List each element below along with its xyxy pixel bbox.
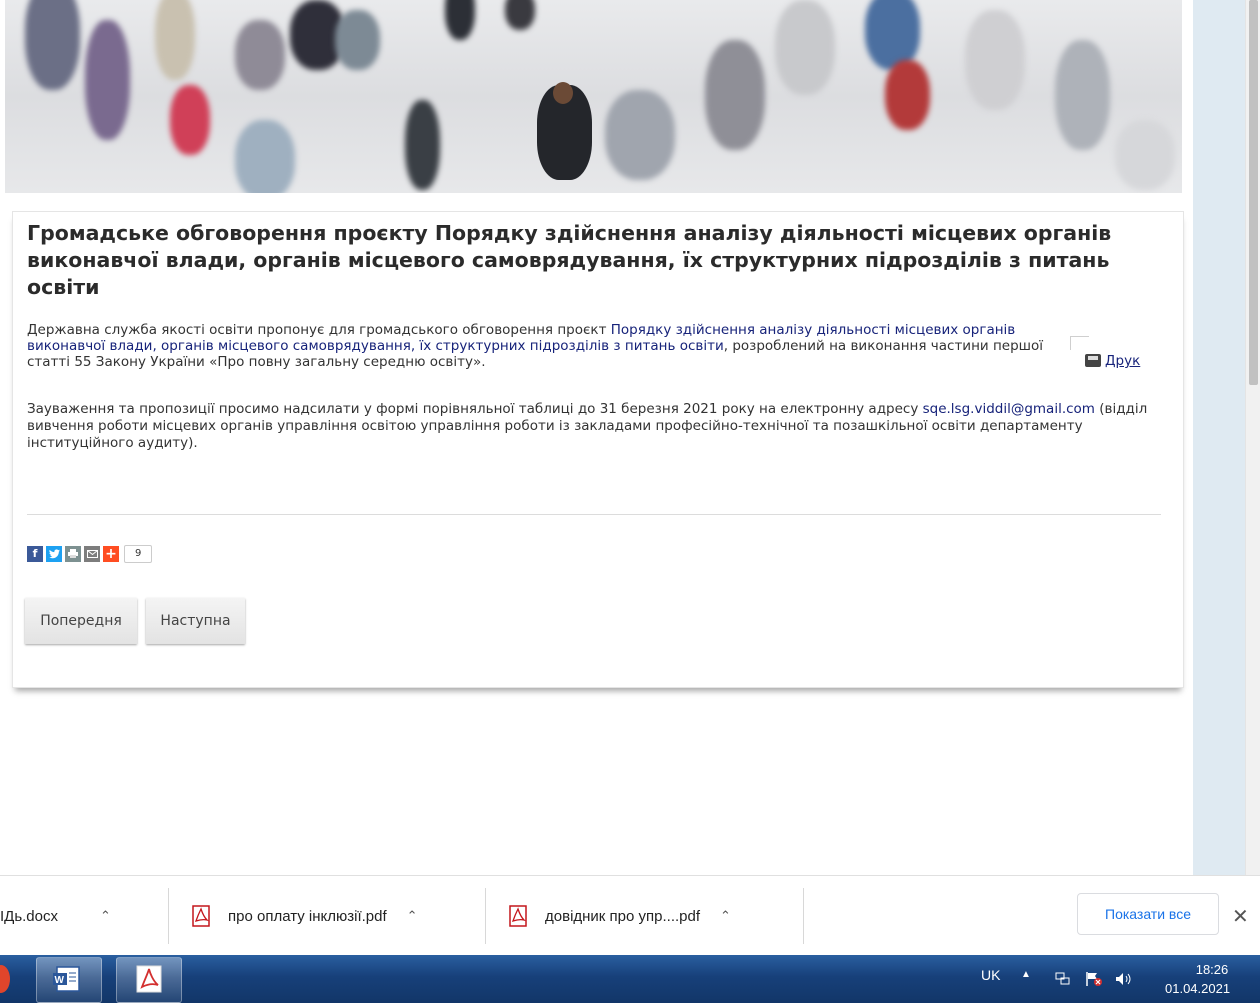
- hero-image: [5, 0, 1182, 193]
- download-separator: [485, 888, 486, 944]
- pdf-icon: [509, 905, 527, 927]
- pdf-icon: [192, 905, 210, 927]
- article-title: Громадське обговорення проєкту Порядку з…: [27, 221, 1112, 299]
- show-hidden-icons-icon[interactable]: ▲: [1021, 969, 1031, 980]
- svg-text:W: W: [55, 975, 65, 986]
- volume-icon[interactable]: [1115, 972, 1133, 986]
- right-side-panel: [1193, 0, 1245, 875]
- start-orb-icon[interactable]: [0, 965, 10, 993]
- print-frame: [1070, 336, 1089, 350]
- next-button[interactable]: Наступна: [146, 598, 245, 644]
- action-center-flag-icon[interactable]: [1085, 971, 1103, 987]
- article-paragraph-feedback: Зауваження та пропозиції просимо надсила…: [27, 401, 1172, 452]
- acrobat-icon: [136, 965, 162, 993]
- previous-button[interactable]: Попередня: [25, 598, 137, 644]
- feedback-text-before: Зауваження та пропозиції просимо надсила…: [27, 401, 923, 417]
- download-filename: довідник про упр....pdf: [545, 907, 701, 925]
- network-icon[interactable]: [1055, 972, 1071, 986]
- chevron-up-icon[interactable]: ⌃: [100, 908, 111, 924]
- print-label: Друк: [1105, 353, 1141, 369]
- clock-date[interactable]: 01.04.2021: [1165, 981, 1230, 996]
- windows-taskbar: W UK ▲ 18:26 01.04.2021: [0, 955, 1260, 1003]
- plus-icon[interactable]: +: [103, 545, 119, 562]
- word-icon: W: [53, 966, 80, 992]
- intro-text-before: Державна служба якості освіти пропонує д…: [27, 322, 611, 338]
- download-item[interactable]: про оплату інклюзії.pdf ⌃: [192, 876, 418, 956]
- printer-icon: [1085, 354, 1101, 367]
- taskbar-acrobat-button[interactable]: [116, 957, 182, 1003]
- share-bar: f + 9: [27, 544, 153, 563]
- article-paragraph-intro: Державна служба якості освіти пропонує д…: [27, 322, 1057, 370]
- scrollbar-thumb[interactable]: [1249, 0, 1258, 385]
- browser-viewport: Громадське обговорення проєкту Порядку з…: [0, 0, 1260, 875]
- print-share-icon[interactable]: [65, 545, 81, 562]
- download-item[interactable]: довідник про упр....pdf ⌃: [509, 876, 731, 956]
- email-icon[interactable]: [84, 545, 100, 562]
- scrollbar[interactable]: [1245, 0, 1260, 875]
- chevron-up-icon[interactable]: ⌃: [720, 908, 731, 924]
- print-link[interactable]: Друк: [1085, 353, 1140, 369]
- twitter-icon[interactable]: [46, 545, 62, 562]
- divider: [27, 514, 1161, 515]
- share-count-badge: 9: [124, 544, 153, 563]
- show-all-downloads-button[interactable]: Показати все: [1077, 893, 1219, 935]
- facebook-icon[interactable]: f: [27, 545, 43, 562]
- download-item[interactable]: ІДь.docx ⌃: [0, 876, 111, 956]
- chevron-up-icon[interactable]: ⌃: [407, 908, 418, 924]
- language-indicator[interactable]: UK: [981, 967, 1000, 983]
- download-filename: про оплату інклюзії.pdf: [228, 907, 387, 925]
- download-filename: ІДь.docx: [0, 907, 58, 925]
- clock-time[interactable]: 18:26: [1181, 962, 1243, 977]
- article-card: Громадське обговорення проєкту Порядку з…: [12, 211, 1184, 688]
- downloads-bar: ІДь.docx ⌃ про оплату інклюзії.pdf ⌃ дов…: [0, 875, 1260, 956]
- close-icon[interactable]: ✕: [1232, 904, 1249, 928]
- download-separator: [803, 888, 804, 944]
- email-link[interactable]: sqe.lsg.viddil@gmail.com: [923, 401, 1095, 417]
- taskbar-word-button[interactable]: W: [36, 957, 102, 1003]
- download-separator: [168, 888, 169, 944]
